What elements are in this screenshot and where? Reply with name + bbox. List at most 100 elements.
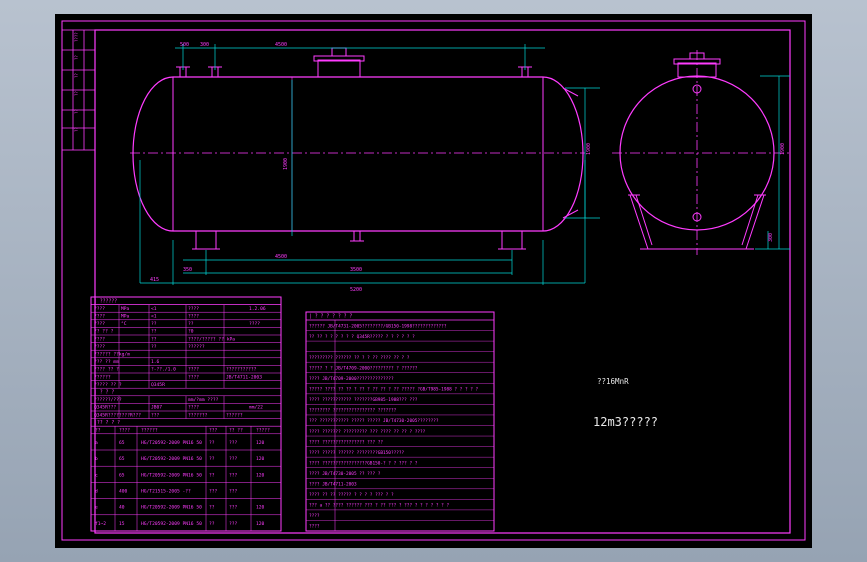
cad-viewport[interactable]: ?????????????? 500 300 4500 4500 3500 52…	[0, 0, 867, 562]
nozzle-cell: 65	[119, 440, 125, 446]
nozzle-column-header: ??	[95, 428, 101, 434]
nozzle-cell: ???	[229, 505, 238, 511]
table-cell-text: ?-??./1.0	[151, 367, 176, 373]
nozzle-cell: ??	[209, 440, 215, 446]
nozzle-cell: ???	[229, 489, 238, 495]
tech-requirement-row: ???? JB/T4730-2005 ?? ??? ?	[309, 471, 381, 477]
nozzle-cell: ??	[209, 505, 215, 511]
nozzle-cell: ???	[209, 489, 218, 495]
nozzle-cell: f1~2	[95, 521, 106, 527]
strip-label: ??	[74, 55, 79, 60]
tech-requirement-row: ??? a ?? ???? ?????? ??? ? ?? ??? ? ??? …	[309, 503, 449, 509]
tech-requirement-row: ???????? ???????????????? ???????	[309, 408, 397, 414]
tech-requirement-row: ???? ?????????????????GB150-? ? ? ??? ? …	[309, 460, 418, 466]
tech-requirement-row: ?? ?? ? ? ? ? ? ? Q345R????? ? ? ? ? ? ?	[309, 334, 415, 340]
table-cell-text: ??? ?? mm	[94, 359, 119, 365]
drawing-canvas[interactable]: ?????????????? 500 300 4500 4500 3500 52…	[0, 0, 867, 562]
svg-text:350: 350	[183, 267, 192, 273]
table-cell-text: 1.6	[151, 359, 160, 365]
nozzle-cell: ??	[209, 521, 215, 527]
table-cell-text: ????	[188, 306, 199, 312]
nozzle-cell: ???	[229, 456, 238, 462]
tech-requirement-row: ???? JB/T4709-2000??????????????	[309, 376, 394, 382]
tech-requirement-row: ???? ??????????? ???????GB985-1988??? ??…	[309, 397, 418, 403]
nozzle-table-header: |?? ? ? ?	[94, 420, 120, 426]
nozzle-cell: ???	[229, 521, 238, 527]
table-cell-text: ????	[188, 405, 199, 411]
table-cell-text: MPa	[121, 306, 130, 312]
strip-label: ??	[74, 109, 79, 114]
svg-text:3500: 3500	[350, 267, 362, 273]
table-cell-text: ???????????	[226, 367, 257, 373]
nozzle-cell: HG/T20592-2009 PN16 50	[141, 472, 202, 478]
design-table-header: | ??????	[94, 299, 117, 305]
table-cell-text: Q345R	[151, 382, 165, 388]
table-cell-text: ??	[188, 321, 194, 327]
table-cell-text: ??	[151, 321, 157, 327]
table-cell-text: ????	[94, 314, 105, 320]
tech-requirement-row: ????????? ?????? ?? ? ? ?? ???? ?? ? ?	[309, 355, 410, 361]
tech-requirement-row: ????	[309, 513, 320, 519]
nozzle-cell: ???	[229, 472, 238, 478]
svg-text:1900: 1900	[283, 158, 289, 170]
nozzle-cell: e	[95, 506, 98, 511]
tech-table-header: | ? ? ? ? ? ? ?	[309, 314, 352, 320]
nozzle-cell: a	[95, 441, 98, 446]
strip-label: ??	[74, 127, 79, 132]
material-note: ??16MnR	[597, 377, 629, 386]
table-cell-text: mm/?mm ????	[188, 397, 219, 403]
table-cell-text: MPa	[121, 314, 130, 320]
table-cell-text: ??????/???	[94, 397, 122, 403]
tech-requirement-row: ??? ??????????? ????? ????? JB/T4730-200…	[309, 418, 439, 424]
table-cell-text: ??	[151, 344, 157, 350]
nozzle-cell: c	[95, 473, 98, 478]
nozzle-cell: 65	[119, 456, 125, 462]
table-cell-text: ???	[151, 412, 160, 418]
nozzle-cell: 120	[256, 472, 265, 478]
table-cell-text: ????	[94, 336, 105, 342]
nozzle-cell: HG/T20592-2009 PN16 50	[141, 505, 202, 511]
table-cell-text: ????	[94, 306, 105, 312]
nozzle-column-header: ???	[209, 428, 218, 434]
nozzle-cell: HG/T21515-2005 -??	[141, 489, 191, 495]
nozzle-column-header: ????	[119, 428, 130, 434]
table-cell-text: ????? ?? ?	[94, 382, 122, 388]
tech-requirement-row: ???? ???????????????? ??? ??	[309, 439, 383, 445]
svg-text:1900: 1900	[586, 143, 592, 155]
nozzle-cell: ???	[229, 440, 238, 446]
table-cell-text: Q345R????????R???	[94, 412, 141, 418]
nozzle-cell: 120	[256, 505, 265, 511]
strip-label: ????	[74, 32, 79, 42]
table-cell-text: ????	[188, 374, 199, 380]
table-cell-text: ??????	[188, 344, 205, 350]
table-cell-text: ?? ?? ?	[94, 329, 114, 335]
tech-requirement-row: ???? JB/T4711-2003	[309, 482, 357, 488]
table-cell-text: ???? ?? ?	[94, 367, 119, 373]
table-cell-text: ????/????? ?? kPa	[188, 336, 235, 342]
table-cell-text: ????	[188, 367, 199, 373]
svg-text:4500: 4500	[275, 254, 287, 260]
table-cell-text: ?????? ??kg/m	[94, 352, 130, 358]
tech-requirement-row: ???? ????? ?????? ????????GB150?????	[309, 450, 405, 456]
nozzle-column-header: ?? ??	[229, 428, 243, 434]
table-cell-text: ???????	[188, 412, 208, 418]
nozzle-cell: 40	[119, 505, 125, 511]
svg-text:1900: 1900	[780, 143, 786, 155]
nozzle-cell: HG/T20592-2009 PN16 50	[141, 440, 202, 446]
nozzle-cell: ??	[209, 456, 215, 462]
svg-text:300: 300	[200, 42, 209, 48]
nozzle-cell: d	[95, 489, 98, 495]
tech-requirement-row: ???? ??????? ????????? ??? ???? ?? ?? ? …	[309, 429, 426, 435]
drawing-title-note: 12m3?????	[593, 415, 658, 429]
strip-label: ??	[74, 91, 79, 96]
tech-requirement-row: ???? ?? ?? ????? ? ? ? ? ??? ? ?	[309, 492, 394, 498]
table-cell-text: ????	[188, 314, 199, 320]
table-cell-text: ????	[94, 344, 105, 350]
table-cell-text: ??????	[226, 412, 243, 418]
table-cell-text: ??	[151, 329, 157, 335]
tech-requirement-row: ????	[309, 524, 320, 530]
table-cell-text: Q345R???	[94, 405, 116, 411]
table-cell-text: ????	[249, 321, 260, 327]
tech-requirement-row: ?????? JB/T4731-2005????????/GB150-1998?…	[309, 323, 447, 329]
design-table-subheader: | ? ? ?	[94, 390, 114, 396]
